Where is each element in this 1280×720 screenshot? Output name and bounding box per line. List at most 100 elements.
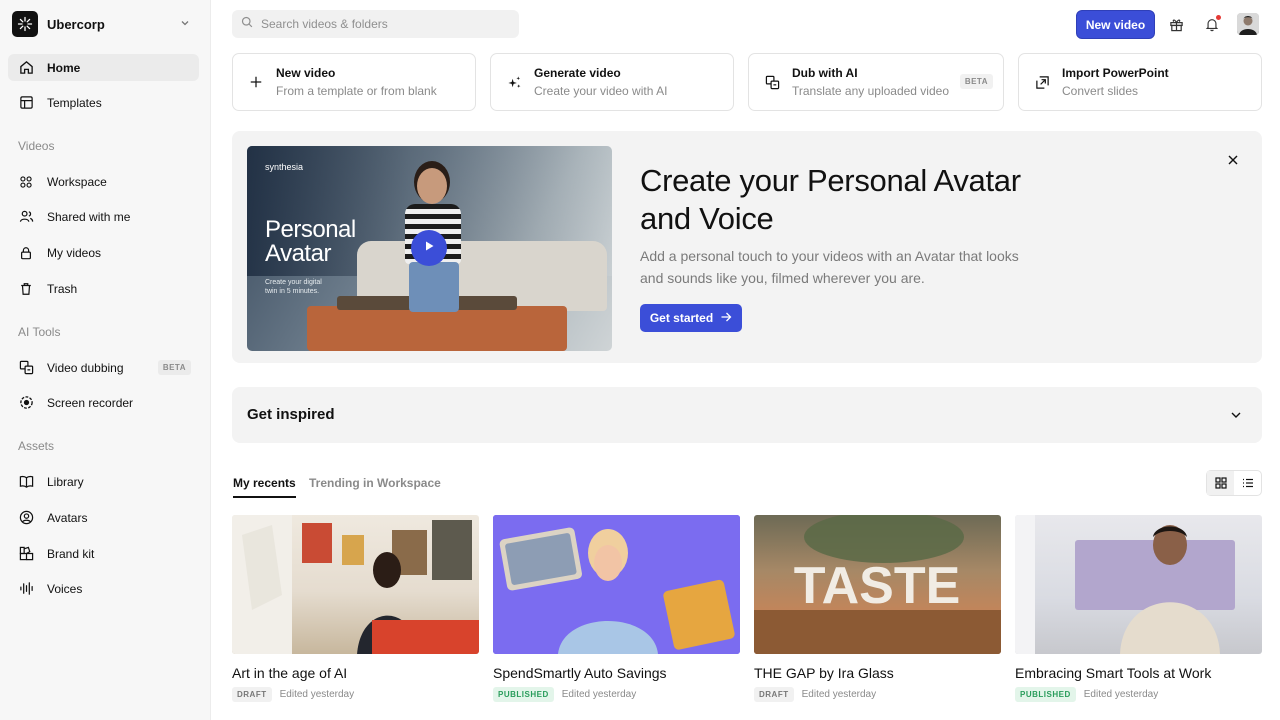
- sidebar-item-label: Home: [47, 60, 81, 75]
- lock-icon: [18, 245, 34, 261]
- sparkle-icon: [505, 73, 523, 91]
- play-button[interactable]: [411, 230, 447, 266]
- sidebar-item-label: Library: [47, 474, 84, 489]
- sidebar-item-voices[interactable]: Voices: [8, 575, 199, 602]
- tab-trending[interactable]: Trending in Workspace: [309, 476, 441, 490]
- status-badge: PUBLISHED: [493, 687, 554, 702]
- sidebar-item-brand-kit[interactable]: Brand kit: [8, 540, 199, 567]
- bell-icon[interactable]: [1202, 14, 1222, 34]
- sidebar-item-label: Avatars: [47, 510, 88, 525]
- get-started-label: Get started: [649, 311, 714, 325]
- video-thumbnail[interactable]: [232, 515, 479, 654]
- view-toggle: [1206, 470, 1262, 496]
- hero-title: Create your Personal Avatar and Voice: [640, 163, 1021, 236]
- video-title[interactable]: SpendSmartly Auto Savings: [493, 665, 740, 681]
- edited-time: Edited yesterday: [279, 689, 355, 700]
- beta-badge: BETA: [959, 74, 993, 89]
- video-thumbnail[interactable]: [1015, 515, 1262, 654]
- tab-my-recents[interactable]: My recents: [233, 476, 296, 498]
- video-title[interactable]: Embracing Smart Tools at Work: [1015, 665, 1262, 681]
- status-badge: DRAFT: [754, 687, 794, 702]
- avatar[interactable]: [1237, 13, 1259, 35]
- sidebar-item-avatars[interactable]: Avatars: [8, 504, 199, 531]
- sidebar-item-label: Trash: [47, 281, 78, 296]
- sidebar-item-workspace[interactable]: Workspace: [8, 168, 199, 195]
- generate-video-card[interactable]: Generate video Create your video with AI: [490, 53, 734, 111]
- action-subtitle: Translate any uploaded video: [792, 84, 949, 98]
- list-view-icon[interactable]: [1234, 471, 1261, 495]
- sidebar-item-trash[interactable]: Trash: [8, 275, 199, 302]
- personal-avatar-banner: synthesia Personal Avatar Create your dig…: [232, 131, 1262, 363]
- sidebar-item-screen-recorder[interactable]: Screen recorder: [8, 389, 199, 416]
- video-card[interactable]: Embracing Smart Tools at Work PUBLISHED E…: [1015, 515, 1262, 702]
- video-card[interactable]: TASTE THE GAP by Ira Glass DRAFT Edited y…: [754, 515, 1001, 702]
- grid-view-icon[interactable]: [1207, 471, 1234, 495]
- edited-time: Edited yesterday: [801, 689, 877, 700]
- action-title: Import PowerPoint: [1062, 66, 1169, 80]
- workspace-logo-icon: [12, 11, 38, 37]
- sidebar-item-library[interactable]: Library: [8, 468, 199, 495]
- action-title: Generate video: [534, 66, 621, 80]
- gift-icon[interactable]: [1166, 14, 1186, 34]
- search-input[interactable]: Search videos & folders: [232, 10, 519, 38]
- video-title[interactable]: THE GAP by Ira Glass: [754, 665, 1001, 681]
- sidebar-item-label: Brand kit: [47, 546, 95, 561]
- thumbnail-brand: synthesia: [265, 162, 304, 172]
- chevron-down-icon: [180, 15, 190, 33]
- edited-time: Edited yesterday: [561, 689, 637, 700]
- edited-time: Edited yesterday: [1083, 689, 1159, 700]
- sidebar-item-shared[interactable]: Shared with me: [8, 203, 199, 230]
- section-label-assets: Assets: [18, 439, 55, 453]
- users-icon: [18, 209, 34, 225]
- sidebar-item-label: Shared with me: [47, 209, 131, 224]
- record-icon: [18, 395, 34, 411]
- import-icon: [1033, 73, 1051, 91]
- section-label-ai-tools: AI Tools: [18, 325, 61, 339]
- import-powerpoint-card[interactable]: Import PowerPoint Convert slides: [1018, 53, 1262, 111]
- notification-dot: [1216, 15, 1221, 20]
- video-thumbnail[interactable]: TASTE: [754, 515, 1001, 654]
- status-badge: PUBLISHED: [1015, 687, 1076, 702]
- sidebar-item-video-dubbing[interactable]: Video dubbing BETA: [8, 354, 199, 381]
- trash-icon: [18, 281, 34, 297]
- dub-with-ai-card[interactable]: Dub with AI Translate any uploaded video …: [748, 53, 1004, 111]
- action-subtitle: From a template or from blank: [276, 84, 437, 98]
- search-placeholder: Search videos & folders: [261, 17, 388, 31]
- sidebar-item-label: Voices: [47, 581, 83, 596]
- workspace-name: Ubercorp: [47, 16, 105, 32]
- thumbnail-title: Personal Avatar: [265, 216, 356, 267]
- avatar-icon: [18, 510, 34, 526]
- action-title: New video: [276, 66, 336, 80]
- plus-icon: [247, 73, 265, 91]
- sidebar-item-label: Templates: [47, 95, 102, 110]
- arrow-right-icon: [720, 311, 732, 326]
- thumbnail-title: TASTE: [794, 557, 961, 615]
- video-title[interactable]: Art in the age of AI: [232, 665, 479, 681]
- close-icon[interactable]: [1224, 151, 1242, 169]
- sidebar-item-templates[interactable]: Templates: [8, 89, 199, 116]
- workspace-switcher[interactable]: Ubercorp: [12, 11, 200, 37]
- video-card[interactable]: SpendSmartly Auto Savings PUBLISHED Edite…: [493, 515, 740, 702]
- sidebar-item-home[interactable]: Home: [8, 54, 199, 81]
- chevron-down-icon: [1230, 408, 1242, 426]
- new-video-card[interactable]: New video From a template or from blank: [232, 53, 476, 111]
- hero-subtitle: Add a personal touch to your videos with…: [640, 248, 1019, 286]
- get-started-button[interactable]: Get started: [640, 304, 742, 332]
- sidebar-item-my-videos[interactable]: My videos: [8, 239, 199, 266]
- status-badge: DRAFT: [232, 687, 272, 702]
- templates-icon: [18, 95, 34, 111]
- video-card[interactable]: Art in the age of AI DRAFT Edited yesterd…: [232, 515, 479, 702]
- workspace-icon: [18, 174, 34, 190]
- video-thumbnail[interactable]: [493, 515, 740, 654]
- book-icon: [18, 474, 34, 490]
- action-title: Dub with AI: [792, 66, 858, 80]
- dubbing-icon: [18, 360, 34, 376]
- sidebar-item-label: Video dubbing: [47, 360, 124, 375]
- search-icon: [241, 15, 253, 33]
- hero-video-thumbnail[interactable]: synthesia Personal Avatar Create your dig…: [247, 146, 612, 351]
- beta-badge: BETA: [157, 360, 191, 375]
- sidebar: Ubercorp Home Templates Videos Workspace…: [0, 0, 211, 720]
- get-inspired-section[interactable]: Get inspired: [232, 387, 1262, 443]
- sidebar-item-label: Workspace: [47, 174, 107, 189]
- new-video-button[interactable]: New video: [1076, 10, 1155, 39]
